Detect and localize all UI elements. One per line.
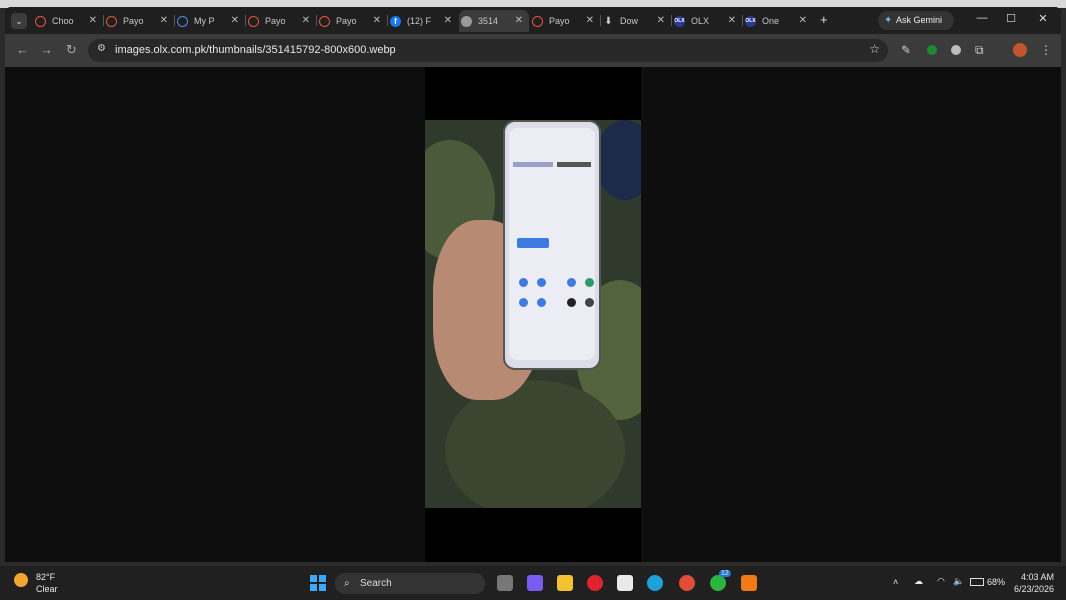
tab-close-icon[interactable]: ✕ [89,10,97,32]
close-window-button[interactable]: ✕ [1036,12,1050,25]
back-button[interactable]: ← [16,42,29,57]
minimize-button[interactable]: — [975,12,989,24]
address-url: images.olx.com.pk/thumbnails/351415792-8… [115,44,396,56]
extension-circle-icon[interactable] [951,45,961,55]
edge-icon[interactable] [647,575,663,591]
tab-label: Payo [265,16,286,26]
onedrive-cloud-icon[interactable]: ☁ [914,576,923,587]
task-view-icon[interactable] [497,575,513,591]
tab-close-icon[interactable]: ✕ [728,10,736,32]
address-bar[interactable]: ⚙ images.olx.com.pk/thumbnails/351415792… [88,39,888,62]
site-favicon-icon [106,16,117,27]
weather-moon-icon [14,573,28,587]
site-favicon-icon [532,16,543,27]
tab-label: Choo [52,16,74,26]
clock-time[interactable]: 4:03 AM [1021,572,1054,582]
image-viewer [425,67,641,562]
tab-label: (12) F [407,16,432,26]
bookmark-star-icon[interactable]: ☆ [869,42,880,56]
olx-icon: OLX [745,16,756,27]
browser-tab[interactable]: OLX One ✕ [743,10,813,32]
product-photo[interactable] [425,120,641,508]
whatsapp-icon[interactable] [710,575,726,591]
extensions-puzzle-icon[interactable]: ⧉ [975,43,984,58]
phone-image [503,120,601,370]
ask-gemini-button[interactable]: ✦ Ask Gemini [878,11,954,30]
ask-gemini-label: Ask Gemini [896,15,943,25]
olx-icon: OLX [674,16,685,27]
tab-search-button[interactable]: ⌄ [11,13,27,29]
reload-button[interactable]: ↻ [66,42,77,58]
chrome-icon[interactable] [679,575,695,591]
opera-icon[interactable] [587,575,603,591]
maximize-button[interactable]: ☐ [1004,12,1018,25]
tab-close-icon[interactable]: ✕ [799,10,807,32]
tab-close-icon[interactable]: ✕ [586,10,594,32]
tab-label: OLX [691,16,710,26]
site-favicon-icon [177,16,188,27]
browser-tab[interactable]: ⬇ Dow ✕ [601,10,671,32]
tab-close-icon[interactable]: ✕ [444,10,452,32]
copilot-icon[interactable] [527,575,543,591]
tab-label: Dow [620,16,639,26]
browser-toolbar: ← → ↻ ⚙ images.olx.com.pk/thumbnails/351… [5,34,1061,67]
site-favicon-icon [319,16,330,27]
battery-percent: 68% [987,577,1006,587]
weather-temp[interactable]: 82°F [36,572,55,582]
tab-close-icon[interactable]: ✕ [515,10,523,32]
browser-tab[interactable]: OLX OLX ✕ [672,10,742,32]
browser-tab[interactable]: Choo ✕ [33,10,103,32]
tab-strip: ⌄ Choo ✕ Payo ✕ My P ✕ Payo ✕ Payo ✕ f (12) F ✕ 3514 ✕… [5,7,1061,34]
menu-kebab-icon[interactable]: ⋮ [1040,43,1052,57]
site-favicon-icon [248,16,259,27]
profile-avatar[interactable] [1013,43,1027,57]
pen-icon[interactable]: ✎ [901,43,911,57]
browser-tab[interactable]: Payo ✕ [104,10,174,32]
tab-label: Payo [336,16,357,26]
windows-taskbar: 82°F Clear ⌕ Search 12 ˄ ☁ ◠ 🔈 68% 4:03 … [0,566,1066,600]
wifi-icon[interactable]: ◠ [937,576,945,587]
weather-desc[interactable]: Clear [36,584,58,594]
file-explorer-icon[interactable] [557,575,573,591]
forward-button[interactable]: → [40,42,53,57]
tab-close-icon[interactable]: ✕ [231,10,239,32]
browser-tab[interactable]: f (12) F ✕ [388,10,458,32]
browser-tab[interactable]: My P ✕ [175,10,245,32]
facebook-icon: f [390,16,401,27]
battery-icon[interactable] [970,578,984,586]
tab-close-icon[interactable]: ✕ [657,10,665,32]
volume-icon[interactable]: 🔈 [953,576,964,587]
tab-label: 3514 [478,16,499,26]
taskbar-search[interactable]: ⌕ Search [335,573,485,594]
site-favicon-icon [35,16,46,27]
show-hidden-icons[interactable]: ˄ [893,577,898,587]
clock-date[interactable]: 6/23/2026 [1014,584,1054,594]
browser-tab[interactable]: Payo ✕ [246,10,316,32]
tab-label: One [762,16,780,26]
tab-close-icon[interactable]: ✕ [373,10,381,32]
tab-label: Payo [549,16,570,26]
gemini-icon: ✦ [884,15,893,26]
tab-close-icon[interactable]: ✕ [302,10,310,32]
tab-label: My P [194,16,215,26]
whatsapp-badge: 12 [719,570,731,577]
tab-label: Payo [123,16,144,26]
extension-green-icon[interactable] [927,45,937,55]
vlc-icon[interactable] [741,575,757,591]
site-info-icon[interactable]: ⚙ [97,43,106,54]
globe-icon [461,16,472,27]
tab-close-icon[interactable]: ✕ [160,10,168,32]
page-content [5,67,1061,562]
browser-tab[interactable]: Payo ✕ [530,10,600,32]
search-label: Search [360,578,392,589]
browser-window: ⌄ Choo ✕ Payo ✕ My P ✕ Payo ✕ Payo ✕ f (12) F ✕ 3514 ✕… [5,7,1061,562]
store-icon[interactable] [617,575,633,591]
new-tab-button[interactable]: + [820,12,828,27]
download-icon: ⬇ [604,16,613,27]
browser-tab[interactable]: Payo ✕ [317,10,387,32]
browser-tab[interactable]: 3514 ✕ [459,10,529,32]
search-icon: ⌕ [344,578,350,589]
start-button[interactable] [310,575,326,591]
